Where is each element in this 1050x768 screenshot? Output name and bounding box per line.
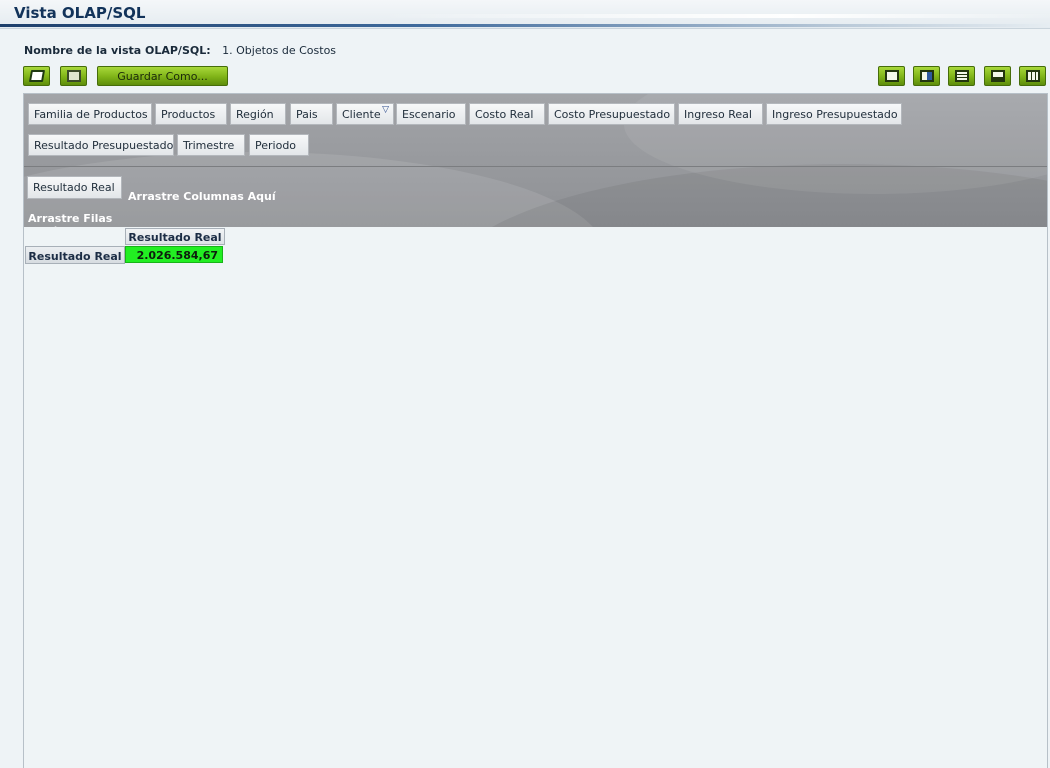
column-field-chip[interactable]: Resultado Real [27, 176, 122, 199]
view-name-label: Nombre de la vista OLAP/SQL: [24, 44, 211, 57]
pivot-frame: Familia de Productos Productos Región Pa… [23, 93, 1048, 768]
field-chip[interactable]: Región [230, 103, 286, 125]
field-chip[interactable]: Productos [155, 103, 227, 125]
field-chip[interactable]: Ingreso Presupuestado [766, 103, 902, 125]
table-icon [954, 70, 969, 82]
chart-view-button[interactable] [984, 66, 1011, 86]
field-chip[interactable]: Resultado Presupuestado [28, 134, 174, 156]
column-drop-hint[interactable]: Arrastre Columnas Aquí [128, 190, 276, 203]
excel-export-button[interactable] [1019, 66, 1046, 86]
save-button[interactable] [60, 66, 87, 86]
chart-icon [990, 70, 1005, 82]
pivot-column-header[interactable]: Resultado Real [125, 228, 225, 245]
export-button[interactable] [913, 66, 940, 86]
view-name-value: 1. Objetos de Costos [222, 44, 337, 57]
field-chip[interactable]: Ingreso Real [678, 103, 763, 125]
field-chip[interactable]: Trimestre [177, 134, 245, 156]
excel-icon [1025, 70, 1040, 82]
field-chip[interactable]: Costo Real [469, 103, 545, 125]
field-chip[interactable]: Pais [290, 103, 333, 125]
pivot-value-cell[interactable]: 2.026.584,67 [125, 246, 223, 263]
new-document-button[interactable] [878, 66, 905, 86]
table-view-button[interactable] [948, 66, 975, 86]
view-name-row: Nombre de la vista OLAP/SQL: 1. Objetos … [24, 44, 336, 57]
pivot-row-header[interactable]: Resultado Real [25, 246, 125, 264]
edit-icon [28, 70, 45, 82]
title-shine [380, 14, 1050, 18]
edit-button[interactable] [23, 66, 50, 86]
page-title: Vista OLAP/SQL [14, 4, 146, 22]
field-chip[interactable]: Escenario [396, 103, 466, 125]
row-drop-hint[interactable]: Arrastre Filas Aquí [28, 212, 114, 227]
field-chip[interactable]: Costo Presupuestado [548, 103, 675, 125]
save-icon [66, 70, 81, 82]
title-underline [0, 24, 1050, 27]
new-document-icon [884, 70, 899, 82]
save-as-button[interactable]: Guardar Como... [97, 66, 228, 86]
field-chip[interactable]: Familia de Productos [28, 103, 152, 125]
field-chip-label: Cliente [342, 108, 381, 121]
title-bar: Vista OLAP/SQL [0, 0, 1050, 29]
field-chip[interactable]: Periodo [249, 134, 309, 156]
field-drag-area: Familia de Productos Productos Región Pa… [24, 94, 1047, 227]
field-chip-filtered[interactable]: Cliente ▽ [336, 103, 394, 125]
field-area-separator [24, 166, 1047, 167]
export-icon [919, 70, 934, 82]
filter-icon[interactable]: ▽ [382, 105, 389, 115]
